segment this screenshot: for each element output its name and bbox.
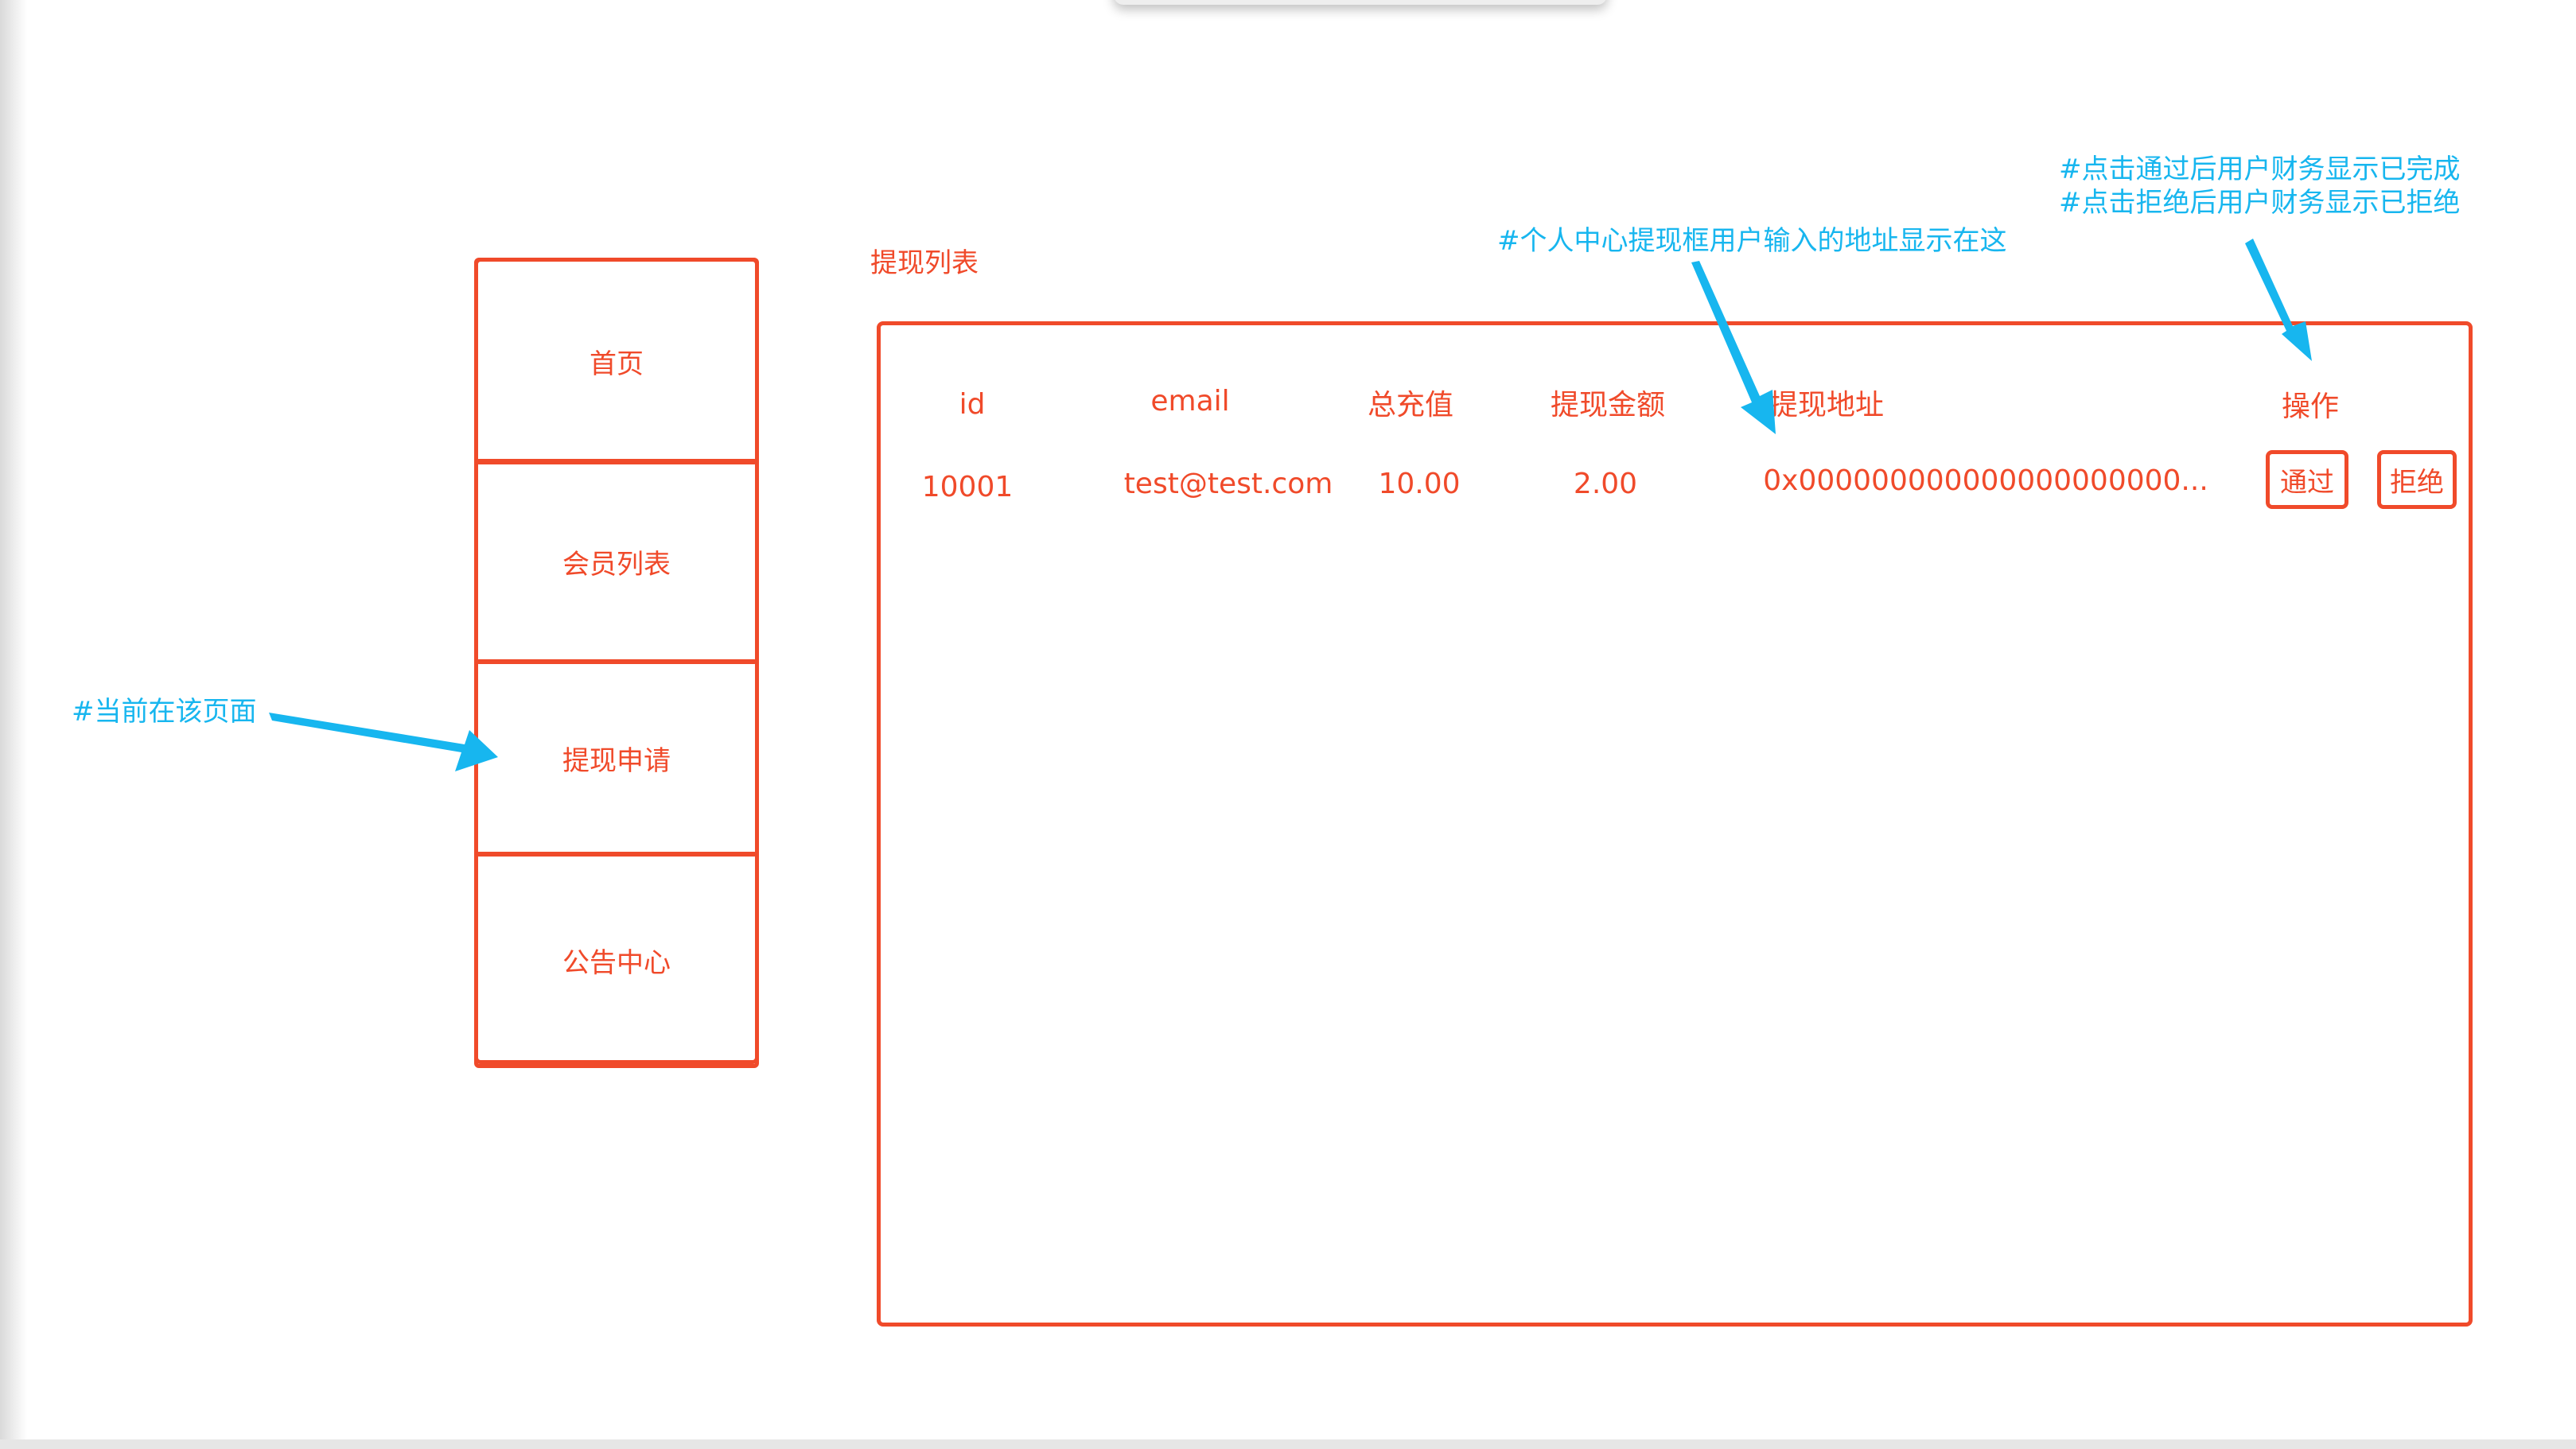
current-page-arrow-icon (269, 713, 498, 771)
annotation-arrows (269, 239, 2312, 771)
address-arrow-icon (1691, 261, 1776, 434)
action-arrow-icon (2245, 239, 2312, 361)
